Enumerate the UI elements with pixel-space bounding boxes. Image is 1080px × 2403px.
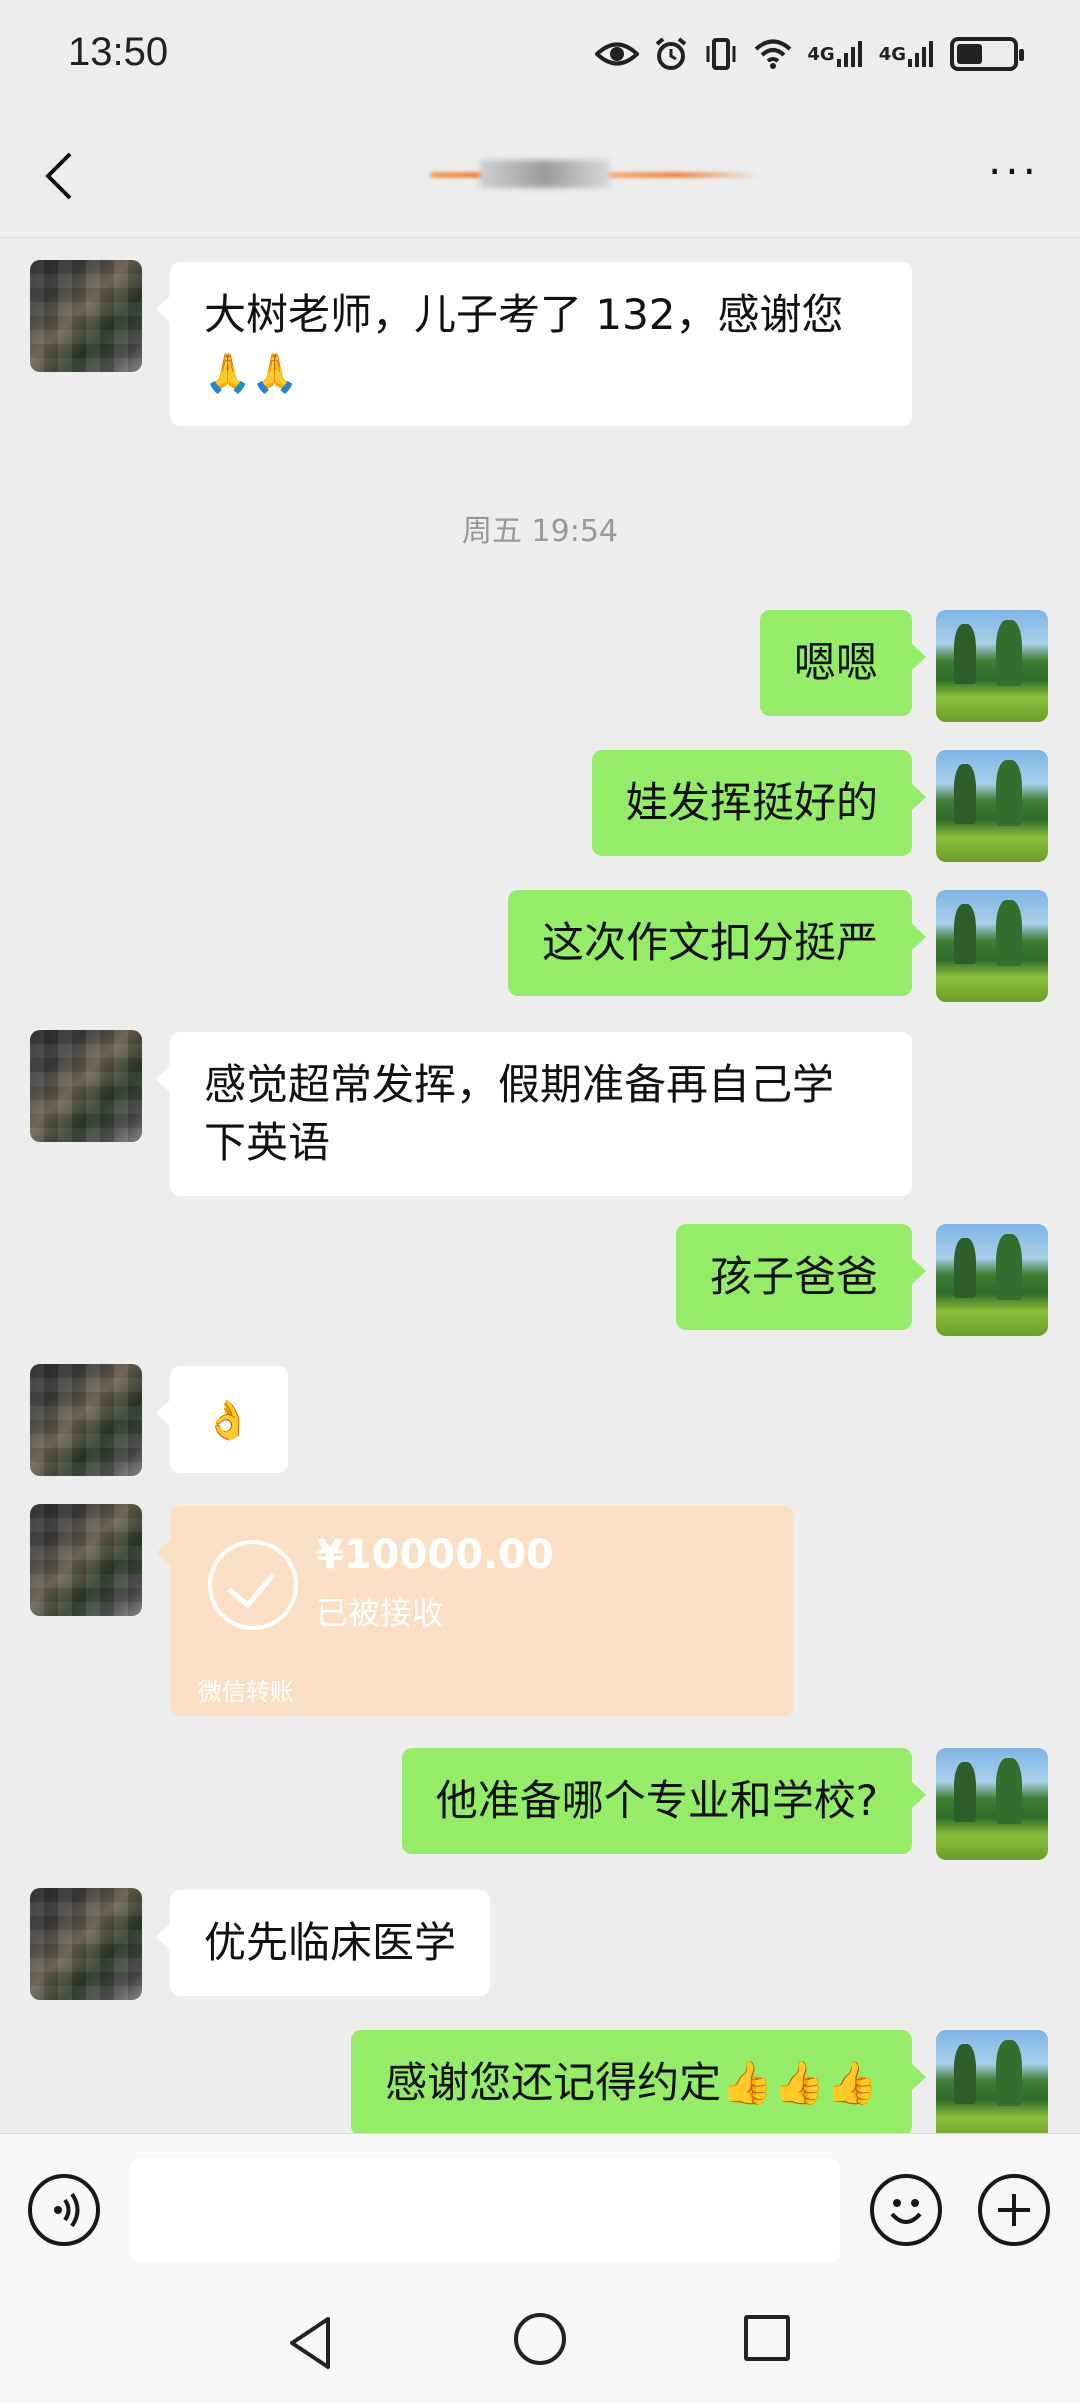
network-type-label: 4G bbox=[878, 43, 906, 65]
message-text: 孩子爸爸 bbox=[709, 1252, 878, 1301]
message-bubble-sent[interactable]: 这次作文扣分挺严 bbox=[507, 890, 927, 996]
message-bubble-received[interactable]: 优先临床医学 bbox=[155, 1890, 491, 1996]
my-avatar[interactable] bbox=[936, 1748, 1048, 1860]
message-text: 感谢您还记得约定👍👍👍 bbox=[385, 2058, 878, 2107]
my-avatar[interactable] bbox=[936, 750, 1048, 862]
back-button[interactable] bbox=[38, 148, 90, 204]
message-bubble-sent[interactable]: 嗯嗯 bbox=[759, 610, 927, 716]
transfer-label: 微信转账 bbox=[198, 1678, 294, 1706]
my-avatar[interactable] bbox=[936, 890, 1048, 1002]
message-bubble-sent[interactable]: 他准备哪个专业和学校? bbox=[401, 1748, 927, 1854]
message-text: 他准备哪个专业和学校? bbox=[435, 1776, 878, 1825]
message-bubble-received[interactable]: 感觉超常发挥，假期准备再自己学 下英语 bbox=[156, 1032, 912, 1196]
message-emoji: 👌 bbox=[204, 1398, 252, 1442]
alarm-icon bbox=[653, 36, 689, 72]
voice-icon bbox=[54, 2192, 80, 2228]
chat-input-bar bbox=[0, 2133, 1080, 2283]
message-bubble-sent[interactable]: 感谢您还记得约定👍👍👍 bbox=[351, 2030, 926, 2136]
eye-icon bbox=[595, 39, 640, 69]
contact-avatar[interactable] bbox=[30, 1504, 142, 1616]
message-text: 感觉超常发挥，假期准备再自己学 bbox=[204, 1060, 835, 1109]
voice-button[interactable] bbox=[28, 2174, 100, 2246]
emoji-icon bbox=[890, 2199, 922, 2224]
message-text: 这次作文扣分挺严 bbox=[541, 918, 878, 967]
chat-title-redacted bbox=[430, 152, 760, 196]
back-triangle-icon bbox=[290, 2317, 330, 2369]
chevron-left-icon bbox=[45, 152, 72, 200]
message-bubble-sent[interactable]: 娃发挥挺好的 bbox=[591, 750, 927, 856]
contact-avatar[interactable] bbox=[30, 1030, 142, 1142]
my-avatar[interactable] bbox=[936, 1224, 1048, 1336]
vibrate-icon bbox=[703, 36, 739, 72]
contact-avatar[interactable] bbox=[30, 1888, 142, 2000]
system-navigation-bar bbox=[0, 2283, 1080, 2403]
chat-header: ··· bbox=[0, 112, 1080, 238]
message-bubble-received[interactable]: 大树老师，儿子考了 132，感谢您 🙏🙏 bbox=[156, 262, 912, 426]
message-timestamp: 周五 19:54 bbox=[462, 514, 618, 549]
my-avatar[interactable] bbox=[936, 2030, 1048, 2142]
system-back-button[interactable] bbox=[282, 2311, 342, 2375]
more-icon: ··· bbox=[987, 147, 1040, 196]
contact-avatar[interactable] bbox=[30, 260, 142, 372]
emoji-button[interactable] bbox=[870, 2174, 942, 2246]
message-bubble-sent[interactable]: 孩子爸爸 bbox=[675, 1224, 927, 1330]
message-bubble-received[interactable]: 👌 bbox=[156, 1366, 288, 1473]
status-bar: 13:50 4G 4G bbox=[0, 0, 1080, 112]
message-text: 大树老师，儿子考了 132，感谢您 bbox=[204, 290, 844, 339]
more-button[interactable]: ··· bbox=[988, 151, 1040, 193]
home-circle-icon[interactable] bbox=[514, 2313, 566, 2365]
message-text: 嗯嗯 bbox=[793, 638, 878, 687]
transfer-status: 已被接收 bbox=[316, 1594, 445, 1632]
message-emoji: 🙏🙏 bbox=[204, 351, 299, 395]
chat-message-list[interactable]: 大树老师，儿子考了 132，感谢您 🙏🙏 周五 19:54 嗯嗯 娃发挥挺好的 … bbox=[0, 238, 1080, 2142]
network-type-label: 4G bbox=[807, 43, 835, 65]
wechat-transfer-card[interactable]: ¥10000.00 已被接收 微信转账 bbox=[156, 1506, 794, 1716]
signal-4g-icon: 4G bbox=[807, 39, 864, 69]
message-text: 娃发挥挺好的 bbox=[625, 778, 878, 827]
message-input[interactable] bbox=[130, 2158, 840, 2262]
battery-icon bbox=[950, 37, 1024, 71]
message-text: 下英语 bbox=[204, 1118, 331, 1167]
signal-4g-icon: 4G bbox=[879, 39, 936, 69]
wifi-icon bbox=[753, 38, 793, 70]
status-time: 13:50 bbox=[68, 30, 169, 74]
transfer-amount: ¥10000.00 bbox=[316, 1532, 554, 1578]
plus-icon bbox=[998, 2194, 1030, 2226]
recent-square-icon[interactable] bbox=[744, 2315, 790, 2361]
status-icons: 4G 4G bbox=[595, 30, 1024, 78]
plus-button[interactable] bbox=[978, 2174, 1050, 2246]
my-avatar[interactable] bbox=[936, 610, 1048, 722]
contact-avatar[interactable] bbox=[30, 1364, 142, 1476]
message-text: 优先临床医学 bbox=[204, 1918, 457, 1967]
check-circle-icon bbox=[208, 1540, 298, 1630]
